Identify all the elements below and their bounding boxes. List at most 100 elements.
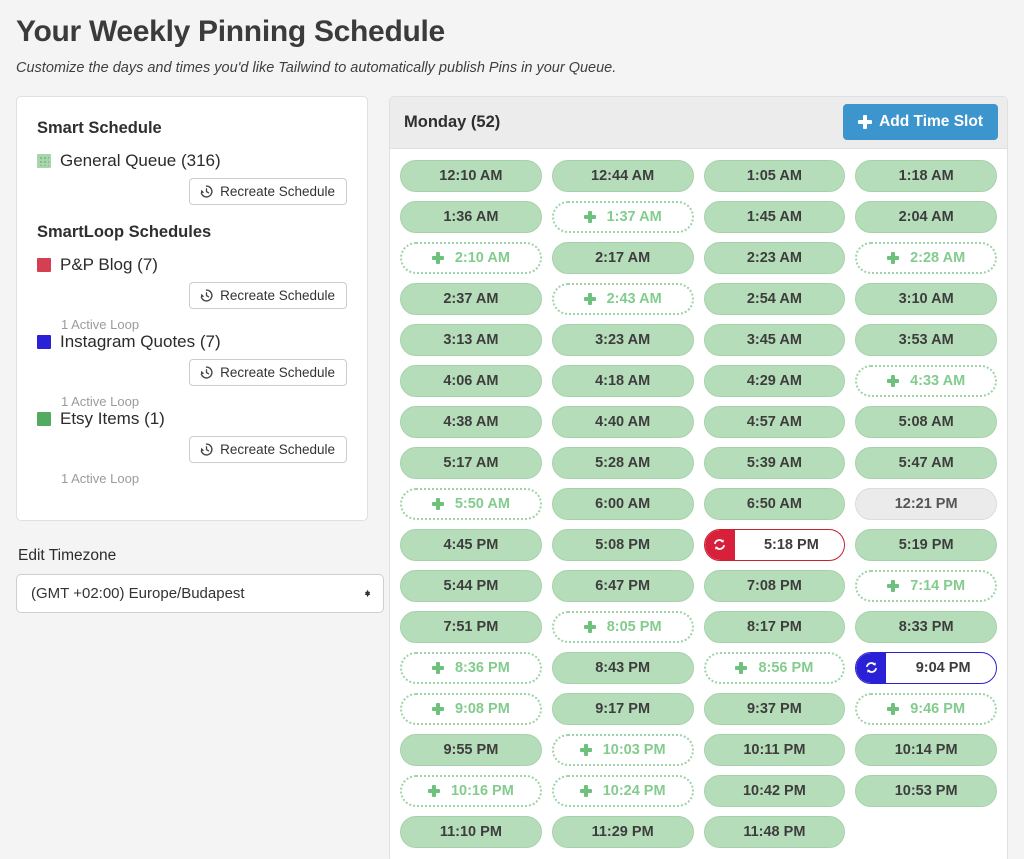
loop-icon [704, 529, 735, 560]
schedule-entry: Instagram Quotes (7) Recreate Schedule 1 A… [37, 332, 347, 409]
time-slot-label: 8:33 PM [898, 618, 954, 635]
time-slot-empty[interactable]: 8:56 PM [703, 651, 846, 684]
schedule-color-swatch [37, 257, 51, 272]
plus-icon [427, 784, 440, 797]
time-slot-filled[interactable]: 2:37 AM [400, 282, 542, 315]
time-slot-label: 9:55 PM [443, 741, 499, 758]
time-slot-filled[interactable]: 11:29 PM [551, 815, 694, 848]
time-slot-label: 5:08 PM [595, 536, 651, 553]
time-slot-filled[interactable]: 9:17 PM [551, 692, 694, 725]
time-slot-loop[interactable]: 9:04 PM [855, 651, 997, 684]
active-loop-count: 1 Active Loop [61, 316, 140, 332]
time-slot-empty[interactable]: 1:37 AM [551, 200, 694, 233]
time-slot-filled[interactable]: 5:17 AM [400, 446, 542, 479]
time-slot-filled[interactable]: 2:04 AM [855, 200, 997, 233]
recreate-schedule-button[interactable]: Recreate Schedule [189, 281, 347, 309]
time-slot-label: 2:43 AM [606, 290, 662, 307]
time-slot-empty[interactable]: 2:43 AM [551, 282, 694, 315]
time-slot-filled[interactable]: 5:28 AM [551, 446, 694, 479]
time-slot-filled[interactable]: 8:33 PM [855, 610, 997, 643]
time-slot-filled[interactable]: 10:53 PM [855, 774, 997, 807]
time-slot-filled[interactable]: 2:17 AM [551, 241, 694, 274]
time-slot-empty[interactable]: 10:03 PM [551, 733, 694, 766]
time-slot-empty[interactable]: 10:16 PM [400, 774, 542, 807]
time-slot-empty[interactable]: 2:10 AM [400, 241, 542, 274]
time-slot-filled[interactable]: 1:18 AM [855, 159, 997, 192]
time-slot-label: 11:48 PM [743, 823, 806, 840]
add-time-slot-button[interactable]: Add Time Slot [843, 104, 998, 141]
time-slot-empty[interactable]: 4:33 AM [855, 364, 997, 397]
time-slot-empty[interactable]: 8:36 PM [400, 651, 542, 684]
time-slot-label: 10:42 PM [742, 782, 806, 799]
time-slot-filled[interactable]: 10:42 PM [703, 774, 846, 807]
time-slot-filled[interactable]: 12:44 AM [551, 159, 694, 192]
time-slot-empty[interactable]: 7:14 PM [855, 569, 997, 602]
time-slot-filled[interactable]: 3:23 AM [551, 323, 694, 356]
time-slot-filled[interactable]: 11:10 PM [400, 815, 542, 848]
time-slot-filled[interactable]: 4:45 PM [400, 528, 542, 561]
time-slot-filled[interactable]: 1:45 AM [703, 200, 846, 233]
time-slot-filled[interactable]: 3:10 AM [855, 282, 997, 315]
smartloop-schedule-list: P&P Blog (7) Recreate Schedule 1 Active Lo… [37, 255, 347, 486]
time-slot-filled[interactable]: 12:10 AM [400, 159, 542, 192]
time-slot-label: 12:10 AM [439, 167, 503, 184]
time-slot-filled[interactable]: 10:14 PM [855, 733, 997, 766]
time-slot-empty[interactable]: 9:08 PM [400, 692, 542, 725]
time-slot-label: 10:16 PM [450, 782, 514, 799]
time-slot-filled[interactable]: 4:40 AM [551, 405, 694, 438]
time-slot-filled[interactable]: 4:18 AM [551, 364, 694, 397]
time-slot-disabled[interactable]: 12:21 PM [855, 487, 997, 520]
time-slot-filled[interactable]: 9:55 PM [400, 733, 542, 766]
time-slot-empty[interactable]: 5:50 AM [400, 487, 542, 520]
time-slot-filled[interactable]: 10:11 PM [703, 733, 846, 766]
time-slot-filled[interactable]: 5:19 PM [855, 528, 997, 561]
recreate-schedule-label: Recreate Schedule [220, 441, 335, 457]
time-slot-filled[interactable]: 1:36 AM [400, 200, 542, 233]
time-slot-label: 12:44 AM [591, 167, 655, 184]
plus-icon [858, 115, 873, 130]
time-slot-filled[interactable]: 3:13 AM [400, 323, 542, 356]
time-slot-filled[interactable]: 6:00 AM [551, 487, 694, 520]
time-slot-filled[interactable]: 7:51 PM [400, 610, 542, 643]
time-slot-empty[interactable]: 2:28 AM [855, 241, 997, 274]
time-slot-filled[interactable]: 5:08 PM [551, 528, 694, 561]
plus-icon [887, 579, 900, 592]
time-slot-filled[interactable]: 2:23 AM [703, 241, 846, 274]
time-slot-filled[interactable]: 4:57 AM [703, 405, 846, 438]
time-slot-label: 2:23 AM [746, 249, 802, 266]
time-slot-empty[interactable]: 8:05 PM [551, 610, 694, 643]
time-slot-loop[interactable]: 5:18 PM [703, 528, 846, 561]
time-slot-filled[interactable]: 4:38 AM [400, 405, 542, 438]
plus-icon [583, 210, 596, 223]
time-slot-filled[interactable]: 6:47 PM [551, 569, 694, 602]
time-slot-filled[interactable]: 6:50 AM [703, 487, 846, 520]
time-slot-filled[interactable]: 7:08 PM [703, 569, 846, 602]
recreate-schedule-button[interactable]: Recreate Schedule [189, 177, 347, 205]
day-title: Monday (52) [404, 112, 501, 131]
time-slot-filled[interactable]: 5:08 AM [855, 405, 997, 438]
time-slot-filled[interactable]: 4:06 AM [400, 364, 542, 397]
time-slot-label: 6:50 AM [746, 495, 802, 512]
time-slot-empty[interactable]: 10:24 PM [551, 774, 694, 807]
recreate-schedule-button[interactable]: Recreate Schedule [189, 358, 347, 386]
time-slot-filled[interactable]: 8:17 PM [703, 610, 846, 643]
time-slot-filled[interactable]: 3:53 AM [855, 323, 997, 356]
time-slot-filled[interactable]: 5:39 AM [703, 446, 846, 479]
time-slot-filled[interactable]: 11:48 PM [703, 815, 846, 848]
time-slot-filled[interactable]: 8:43 PM [551, 651, 694, 684]
time-slot-filled[interactable]: 5:47 AM [855, 446, 997, 479]
time-slot-empty[interactable]: 9:46 PM [855, 692, 997, 725]
time-slot-grid: 12:10 AM 12:44 AM 1:05 AM 1:18 AM 1:36 AM 1:3… [390, 149, 1007, 859]
time-slot-filled[interactable]: 2:54 AM [703, 282, 846, 315]
time-slot-filled[interactable]: 3:45 AM [703, 323, 846, 356]
time-slot-filled[interactable]: 4:29 AM [703, 364, 846, 397]
recreate-button-row: Recreate Schedule [37, 177, 347, 205]
time-slot-filled[interactable]: 9:37 PM [703, 692, 846, 725]
time-slot-label: 1:37 AM [606, 208, 662, 225]
recreate-schedule-button[interactable]: Recreate Schedule [189, 435, 347, 463]
time-slot-filled[interactable]: 1:05 AM [703, 159, 846, 192]
time-slot-label: 1:18 AM [898, 167, 954, 184]
timezone-select[interactable]: (GMT +02:00) Europe/Budapest ▲ ▼ [16, 573, 384, 613]
time-slot-filled[interactable]: 5:44 PM [400, 569, 542, 602]
time-slot-label: 8:36 PM [454, 659, 510, 676]
